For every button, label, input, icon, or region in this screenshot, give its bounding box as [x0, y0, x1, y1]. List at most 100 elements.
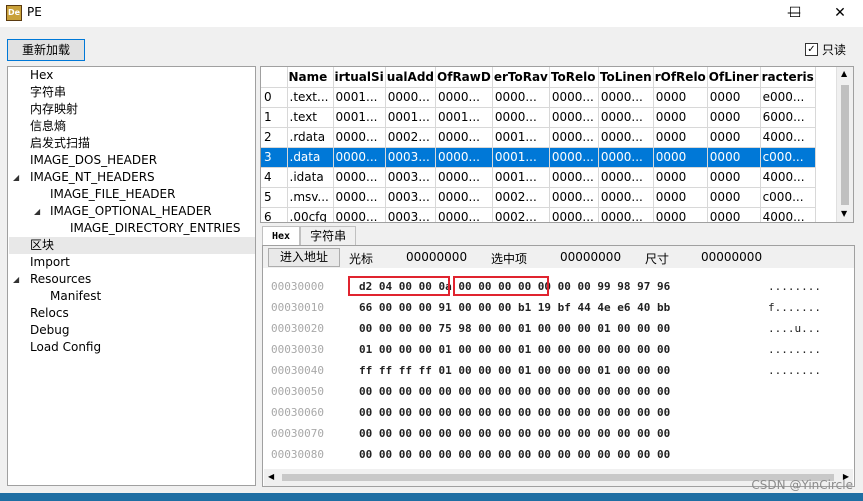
tree-item-resources[interactable]: Resources	[30, 271, 91, 288]
table-cell[interactable]: 4000...	[760, 127, 816, 148]
expand-arrow-icon[interactable]: ◢	[34, 203, 40, 220]
tree-item-relocs[interactable]: Relocs	[30, 305, 69, 322]
close-button[interactable]: ✕	[817, 0, 863, 27]
hex-bytes[interactable]: 66 00 00 00 91 00 00 00 b1 19 bf 44 4e e…	[359, 297, 670, 318]
hex-bytes[interactable]: ff ff ff ff 01 00 00 00 01 00 00 00 01 0…	[359, 360, 670, 381]
table-cell[interactable]: 0000	[653, 107, 708, 128]
table-cell[interactable]: 0000	[653, 187, 708, 208]
table-cell[interactable]: 0000	[653, 167, 708, 188]
hex-bytes[interactable]: 01 00 00 00 01 00 00 00 01 00 00 00 00 0…	[359, 339, 670, 360]
tree-item-strings[interactable]: 字符串	[30, 84, 66, 101]
table-cell[interactable]: .text...	[287, 87, 334, 108]
hex-row[interactable]: 00030060 00 00 00 00 00 00 00 00 00 00 00…	[263, 402, 854, 423]
table-cell[interactable]: 0000...	[549, 87, 599, 108]
goto-address-button[interactable]: 进入地址	[268, 248, 340, 267]
tree-item-dos-header[interactable]: IMAGE_DOS_HEADER	[30, 152, 157, 169]
hex-ascii[interactable]: f.......	[768, 297, 821, 318]
table-cell[interactable]: 0000	[707, 107, 761, 128]
table-cell[interactable]: 0000...	[333, 187, 386, 208]
tree-item-entropy[interactable]: 信息熵	[30, 118, 66, 135]
table-cell[interactable]: 4000...	[760, 167, 816, 188]
table-cell[interactable]: 0000...	[492, 107, 550, 128]
hex-row[interactable]: 00030050 00 00 00 00 00 00 00 00 00 00 00…	[263, 381, 854, 402]
tree-item-optional-header[interactable]: IMAGE_OPTIONAL_HEADER	[50, 203, 212, 220]
table-cell[interactable]: 0000...	[492, 87, 550, 108]
row-index-cell[interactable]: 0	[261, 87, 288, 108]
table-cell[interactable]: 0000...	[598, 187, 654, 208]
table-cell[interactable]: 0000...	[435, 147, 493, 168]
tree-item-directory-entries[interactable]: IMAGE_DIRECTORY_ENTRIES	[70, 220, 241, 237]
column-header[interactable]: ToLinen	[598, 67, 654, 88]
readonly-checkbox[interactable]: ✓ 只读	[805, 41, 846, 58]
column-header[interactable]: erToRav	[492, 67, 550, 88]
table-cell[interactable]: 0000...	[435, 207, 493, 222]
table-cell[interactable]: 0001...	[333, 107, 386, 128]
table-cell[interactable]: 0003...	[385, 207, 437, 222]
table-cell[interactable]: 0000	[707, 127, 761, 148]
table-cell[interactable]: 0001...	[492, 147, 550, 168]
table-cell[interactable]: 0000	[707, 187, 761, 208]
table-cell[interactable]: 0000...	[333, 207, 386, 222]
tab-strings[interactable]: 字符串	[300, 226, 357, 246]
scroll-left-icon[interactable]: ◀	[268, 472, 274, 481]
table-row[interactable]: 6.00cfg 0000... 0003... 0000... 0002... 0000.…	[261, 207, 816, 222]
table-cell[interactable]: 6000...	[760, 107, 816, 128]
table-row[interactable]: 3 .data 0000... 0003... 0000... 0001... 0000..…	[261, 147, 816, 168]
table-row[interactable]: 0 .text... 0001... 0000... 0000... 0000... 000…	[261, 87, 816, 108]
scroll-up-icon[interactable]: ▲	[841, 69, 847, 78]
table-cell[interactable]: 0000	[653, 87, 708, 108]
table-cell[interactable]: 0000...	[333, 147, 386, 168]
table-row[interactable]: 1 .text 0001... 0001... 0001... 0000... 0000..…	[261, 107, 816, 128]
tree-item-file-header[interactable]: IMAGE_FILE_HEADER	[50, 186, 175, 203]
hex-ascii[interactable]: ....u...	[768, 318, 821, 339]
column-header[interactable]: racteris	[760, 67, 816, 88]
tree-item-load-config[interactable]: Load Config	[30, 339, 101, 356]
tab-hex[interactable]: Hex	[262, 226, 301, 246]
table-row[interactable]: 2 .rdata 0000... 0002... 0000... 0001... 0000.…	[261, 127, 816, 148]
expand-arrow-icon[interactable]: ◢	[13, 169, 19, 186]
table-cell[interactable]: 0000...	[333, 127, 386, 148]
expand-arrow-icon[interactable]: ◢	[13, 271, 19, 288]
column-header[interactable]: ToRelo	[549, 67, 599, 88]
hex-ascii[interactable]: ........	[768, 339, 821, 360]
table-cell[interactable]: .msv...	[287, 187, 334, 208]
table-cell[interactable]: 0000...	[549, 187, 599, 208]
hex-row[interactable]: 00030020 00 00 00 00 75 98 00 00 01 00 00…	[263, 318, 854, 339]
reload-button[interactable]: 重新加载	[7, 39, 85, 61]
table-vertical-scrollbar[interactable]: ▲ ▼	[836, 67, 853, 222]
table-row[interactable]: 4 .idata 0000... 0003... 0000... 0001... 0000.…	[261, 167, 816, 188]
table-cell[interactable]: e000...	[760, 87, 816, 108]
table-cell[interactable]: 0000	[653, 147, 708, 168]
table-cell[interactable]: 0000...	[385, 87, 437, 108]
column-header[interactable]: OfRawD	[435, 67, 493, 88]
table-cell[interactable]: 0000...	[549, 147, 599, 168]
hex-ascii[interactable]: ........	[768, 276, 821, 297]
table-cell[interactable]: 0003...	[385, 187, 437, 208]
hex-bytes[interactable]: 00 00 00 00 00 00 00 00 00 00 00 00 00 0…	[359, 444, 670, 465]
hex-row[interactable]: 00030030 01 00 00 00 01 00 00 00 01 00 00…	[263, 339, 854, 360]
table-cell[interactable]: 0003...	[385, 167, 437, 188]
hex-row[interactable]: 00030040 ff ff ff ff 01 00 00 00 01 00 00…	[263, 360, 854, 381]
hex-bytes[interactable]: 00 00 00 00 00 00 00 00 00 00 00 00 00 0…	[359, 423, 670, 444]
table-cell[interactable]: 0000	[653, 127, 708, 148]
row-index-cell[interactable]: 6	[261, 207, 288, 222]
table-cell[interactable]: 0000	[707, 87, 761, 108]
table-cell[interactable]: 0002...	[492, 207, 550, 222]
table-cell[interactable]: 0001...	[435, 107, 493, 128]
tree-item-import[interactable]: Import	[30, 254, 70, 271]
tree-item-memory-map[interactable]: 内存映射	[30, 101, 78, 118]
table-cell[interactable]: 0001...	[492, 127, 550, 148]
column-header[interactable]: OfLiner	[707, 67, 761, 88]
table-cell[interactable]: 0000	[653, 207, 708, 222]
hex-bytes[interactable]: 00 00 00 00 75 98 00 00 01 00 00 00 01 0…	[359, 318, 670, 339]
tree-item-debug[interactable]: Debug	[30, 322, 69, 339]
tree-item-sections[interactable]: 区块	[30, 237, 54, 254]
table-cell[interactable]: 0000...	[435, 187, 493, 208]
table-cell[interactable]: 0000...	[435, 127, 493, 148]
table-cell[interactable]: 0000	[707, 147, 761, 168]
table-cell[interactable]: 0003...	[385, 147, 437, 168]
hex-ascii[interactable]: ........	[768, 360, 821, 381]
table-cell[interactable]: .data	[287, 147, 334, 168]
tree-item-nt-headers[interactable]: IMAGE_NT_HEADERS	[30, 169, 155, 186]
tree-item-heuristic-scan[interactable]: 启发式扫描	[30, 135, 90, 152]
